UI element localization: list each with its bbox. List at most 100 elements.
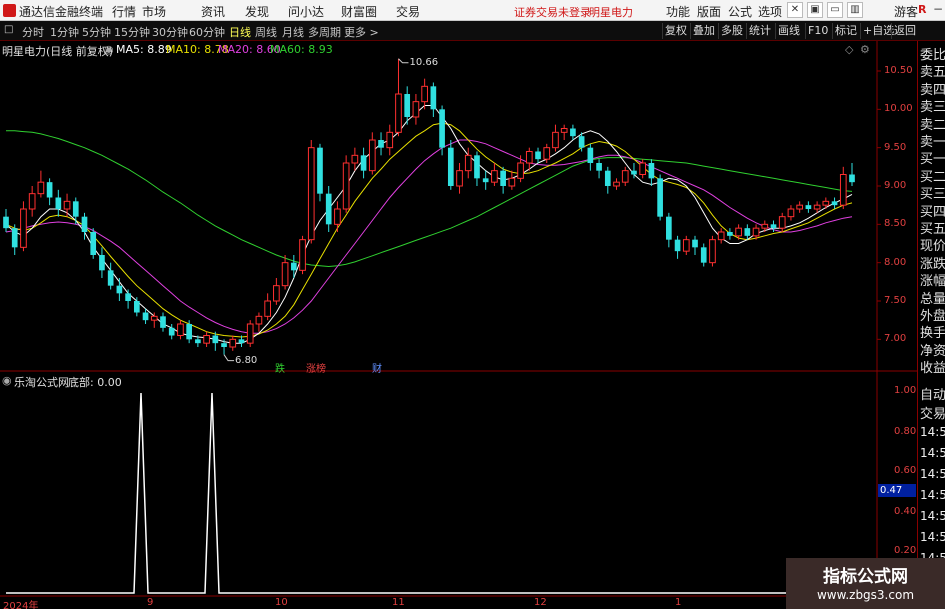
ind-axis-08: 0.80	[894, 426, 917, 437]
candle-body-up	[264, 300, 271, 317]
ma10-polyline	[5, 122, 853, 338]
order-panel-label: 委比	[920, 48, 945, 63]
order-panel-label: 买二	[920, 169, 945, 185]
candle-body-up	[839, 174, 847, 206]
order-panel-lower-label[interactable]: 自动	[920, 384, 945, 403]
date-1: 1	[675, 597, 682, 608]
price-axis-label: 8.00	[884, 256, 907, 268]
candle-body-down	[604, 170, 611, 186]
order-panel-label: 换手	[920, 326, 945, 342]
price-axis-label: 10.50	[884, 65, 913, 76]
event-drop[interactable]: 跌	[275, 360, 285, 375]
order-panel-label: 买三	[920, 187, 945, 203]
order-panel-label: 买四	[920, 204, 945, 220]
price-axis-label: 7.50	[884, 295, 907, 306]
candle-body-up	[752, 227, 760, 237]
date-2024: 2024年	[3, 601, 39, 609]
candle-body-up	[351, 154, 359, 164]
candle-body-down	[81, 216, 88, 232]
candle-body-down	[133, 301, 140, 313]
order-panel-label: 卖三	[920, 100, 945, 116]
date-11: 11	[392, 597, 405, 608]
watermark-url: www.zbgs3.com	[816, 588, 915, 602]
ma60-polyline	[6, 130, 853, 268]
candle-body-down	[378, 140, 384, 148]
candle-body-down	[666, 216, 672, 240]
candle-body-up	[456, 170, 463, 187]
candle-body-up	[421, 85, 428, 103]
event-gain-list[interactable]: 涨榜	[306, 360, 326, 375]
candle-body-up	[412, 101, 420, 118]
price-axis-label: 8.50	[884, 218, 907, 230]
kline-chart[interactable]	[0, 0, 945, 609]
candle-body-down	[90, 232, 97, 255]
order-panel-label: 现价	[920, 239, 945, 255]
candle-body-down	[657, 178, 663, 217]
date-10: 10	[275, 597, 288, 608]
trade-time: 14:56	[920, 530, 945, 544]
indicator-cursor-value: 0.47	[878, 484, 916, 497]
candle-body-down	[631, 170, 637, 175]
candle-body-up	[525, 151, 533, 164]
candle-body-down	[439, 109, 445, 148]
candle-body-down	[221, 343, 227, 347]
candle-body-down	[587, 147, 594, 163]
chart-frame	[0, 41, 917, 597]
price-axis-label: 10.00	[884, 103, 913, 115]
low-marker	[223, 354, 235, 362]
ma60-line	[6, 130, 853, 268]
trade-time: 14:56	[920, 509, 945, 523]
candle-body-down	[360, 155, 367, 171]
candle-body-up	[735, 227, 742, 237]
candle-body-up	[20, 208, 27, 248]
candle-body-down	[107, 270, 114, 286]
candle-body-down	[99, 255, 105, 271]
ind-axis-04: 0.40	[894, 506, 917, 517]
candle-body-up	[395, 93, 402, 133]
candle-body-down	[46, 182, 53, 198]
candle-body-down	[11, 228, 18, 248]
candle-body-down	[692, 239, 698, 248]
candle-body-up	[560, 128, 568, 133]
order-panel-label: 买五	[920, 222, 945, 237]
candle-body-up	[796, 204, 804, 210]
candle-body-down	[404, 94, 411, 117]
candle-body-up	[508, 177, 516, 187]
candle-body-up	[28, 193, 36, 210]
order-panel-label: 涨跌	[920, 256, 945, 272]
indicator-signals	[6, 392, 852, 594]
high-marker	[398, 58, 409, 64]
candle-body-down	[648, 163, 655, 179]
low-price-label: 6.80	[235, 354, 258, 366]
candle-body-up	[281, 262, 289, 287]
candle-body-up	[491, 170, 498, 183]
candle-body-down	[727, 232, 733, 236]
candle-body-down	[770, 224, 777, 229]
indicator-value: 底部: 0.00	[68, 376, 122, 389]
order-panel-label: 买一	[920, 152, 945, 168]
candle-body-up	[177, 323, 184, 336]
candle-body-down	[317, 147, 323, 194]
candle-body-up	[813, 204, 821, 210]
candle-body-down	[805, 205, 812, 209]
candle-body-down	[290, 262, 297, 271]
candle-body-up	[299, 239, 306, 271]
date-9: 9	[147, 597, 154, 608]
candle-body-down	[570, 128, 576, 137]
candle-body-down	[744, 228, 751, 236]
candle-body-up	[37, 181, 45, 195]
order-panel-lower-label[interactable]: 交易	[920, 403, 945, 422]
candle-body-up	[552, 131, 559, 149]
indicator-menu-icon[interactable]: ◉	[2, 374, 12, 387]
candle-body-up	[822, 200, 830, 206]
price-axis-label: 7.00	[884, 333, 907, 345]
candles	[3, 58, 855, 355]
indicator-name[interactable]: 乐淘公式网	[14, 374, 69, 390]
candle-body-down	[578, 136, 585, 148]
event-finance[interactable]: 财	[372, 360, 382, 375]
candle-body-up	[787, 208, 795, 218]
candle-body-down	[125, 293, 131, 301]
trade-time: 14:56	[920, 467, 945, 481]
candle-body-down	[831, 201, 838, 206]
candle-body-up	[255, 315, 263, 325]
